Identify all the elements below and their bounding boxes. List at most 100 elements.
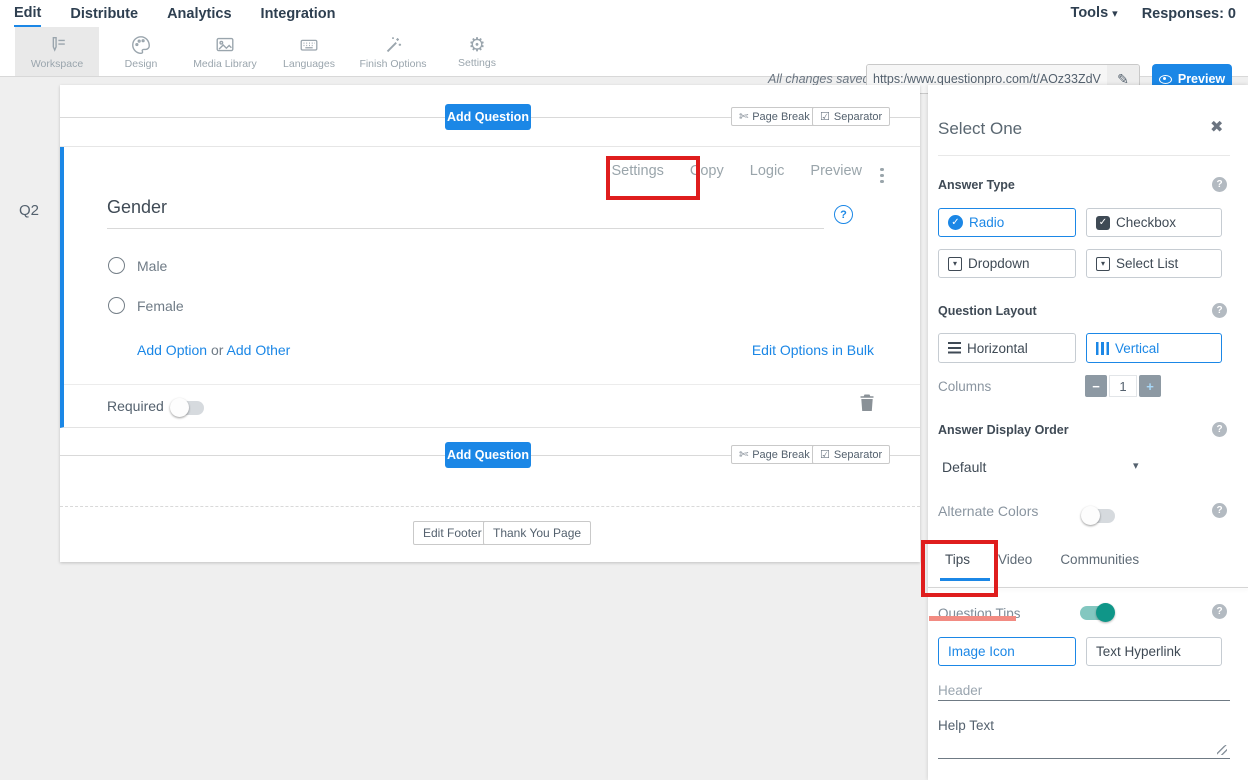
nav-integration[interactable]: Integration (261, 2, 336, 26)
answer-type-checkbox-button[interactable]: ✓ Checkbox (1086, 208, 1222, 237)
toolbar-tab-finish-options[interactable]: Finish Options (351, 27, 435, 76)
layout-vertical-button[interactable]: Vertical (1086, 333, 1222, 363)
required-label: Required (107, 398, 164, 414)
answer-type-dropdown-button[interactable]: ▾ Dropdown (938, 249, 1076, 278)
tools-menu[interactable]: Tools ▾ (1071, 1, 1118, 26)
tab-tips[interactable]: Tips (945, 552, 970, 567)
separator-button-bottom[interactable]: ☑ Separator (812, 445, 890, 464)
caret-down-icon: ▾ (1112, 8, 1118, 20)
answer-display-order-help-icon[interactable]: ? (1212, 422, 1227, 437)
question-tips-toggle[interactable] (1080, 606, 1112, 620)
add-question-button-top[interactable]: Add Question (445, 104, 531, 130)
edit-options-in-bulk-link[interactable]: Edit Options in Bulk (752, 342, 874, 358)
close-icon[interactable]: ✖ (1210, 117, 1223, 137)
page-break-button-bottom[interactable]: ✄ Page Break (731, 445, 818, 464)
required-toggle[interactable] (172, 401, 204, 415)
answer-type-radio-button[interactable]: ✓ Radio (938, 208, 1076, 237)
columns-decrement-button[interactable]: − (1085, 375, 1107, 397)
checkbox-icon: ☑ (820, 110, 830, 123)
option-label[interactable]: Male (137, 258, 167, 274)
nav-edit[interactable]: Edit (14, 1, 41, 27)
answer-type-select-list-button[interactable]: ▾ Select List (1086, 249, 1222, 278)
display-order-select[interactable]: Default (942, 459, 986, 475)
separator-button-top[interactable]: ☑ Separator (812, 107, 890, 126)
image-icon (214, 34, 236, 56)
survey-canvas: Add Question ✄ Page Break ☑ Separator Se… (60, 85, 920, 562)
toolbar-tab-design[interactable]: Design (99, 27, 183, 76)
toolbar-tab-media-library[interactable]: Media Library (183, 27, 267, 76)
columns-increment-button[interactable]: + (1139, 375, 1161, 397)
resize-handle[interactable] (1217, 745, 1227, 755)
responses-count[interactable]: Responses: 0 (1142, 2, 1236, 26)
tab-communities[interactable]: Communities (1060, 552, 1139, 567)
columns-label: Columns (938, 379, 991, 394)
edit-footer-button[interactable]: Edit Footer (413, 521, 492, 545)
caret-down-icon[interactable]: ▾ (1133, 459, 1139, 472)
question-title-underline (107, 228, 824, 229)
add-question-button-bottom[interactable]: Add Question (445, 442, 531, 468)
add-other-link[interactable]: Add Other (227, 342, 291, 358)
question-title[interactable]: Gender (107, 197, 167, 218)
nav-analytics[interactable]: Analytics (167, 2, 231, 26)
columns-stepper: − + (1085, 375, 1161, 397)
help-text-textarea[interactable] (938, 758, 1230, 759)
panel-tabs: Tips Video Communities (945, 552, 1139, 567)
page-break-button-top[interactable]: ✄ Page Break (731, 107, 818, 126)
toolbar-tab-label: Finish Options (359, 58, 426, 70)
top-nav: Edit Distribute Analytics Integration To… (0, 0, 1248, 27)
question-settings-panel: Select One ✖ Answer Type ? ✓ Radio ✓ Che… (928, 85, 1248, 780)
answer-type-help-icon[interactable]: ? (1212, 177, 1227, 192)
layout-horizontal-button[interactable]: Horizontal (938, 333, 1076, 363)
dropdown-box-icon: ▾ (1096, 257, 1110, 271)
question-tips-help-icon[interactable]: ? (1212, 604, 1227, 619)
question-layout-help-icon[interactable]: ? (1212, 303, 1227, 318)
alternate-colors-help-icon[interactable]: ? (1212, 503, 1227, 518)
option-label[interactable]: Female (137, 298, 184, 314)
checkbox-icon: ☑ (820, 448, 830, 461)
question-settings-action[interactable]: Settings (611, 163, 663, 179)
add-option-link[interactable]: Add Option (137, 342, 207, 358)
question-number: Q2 (19, 202, 39, 219)
toolbar-tab-label: Design (125, 58, 158, 70)
question-tips-label: Question Tips (938, 606, 1021, 621)
question-actions: Settings Copy Logic Preview (611, 163, 862, 179)
answer-type-label: Answer Type (938, 178, 1015, 192)
thank-you-page-button[interactable]: Thank You Page (483, 521, 591, 545)
add-option-row: Add Option or Add Other (137, 342, 290, 358)
help-text-label: Help Text (938, 718, 994, 733)
header-input[interactable] (938, 700, 1230, 701)
radio-option-male[interactable] (108, 257, 125, 274)
question-preview-action[interactable]: Preview (810, 163, 862, 179)
wand-icon (382, 34, 404, 56)
nav-distribute[interactable]: Distribute (70, 2, 138, 26)
divider (64, 384, 920, 385)
radio-option-female[interactable] (108, 297, 125, 314)
keyboard-icon (298, 34, 320, 56)
horizontal-bars-icon (948, 342, 961, 354)
toolbar-tab-settings[interactable]: ⚙ Settings (435, 27, 519, 76)
tab-video[interactable]: Video (998, 552, 1032, 567)
workspace-icon (46, 34, 68, 56)
save-status: All changes saved (768, 72, 869, 86)
toolbar: Workspace Design Media Library Languages… (0, 27, 1248, 77)
toolbar-tab-languages[interactable]: Languages (267, 27, 351, 76)
scissors-icon: ✄ (739, 110, 748, 123)
eye-icon (1159, 75, 1172, 84)
question-help-icon[interactable]: ? (834, 205, 853, 224)
toolbar-tab-label: Media Library (193, 58, 257, 70)
palette-icon (130, 34, 152, 56)
answer-display-order-label: Answer Display Order (938, 423, 1069, 437)
more-options-icon[interactable] (880, 165, 884, 186)
toolbar-tab-workspace[interactable]: Workspace (15, 27, 99, 76)
toolbar-tab-label: Languages (283, 58, 335, 70)
question-logic-action[interactable]: Logic (750, 163, 785, 179)
text-hyperlink-button[interactable]: Text Hyperlink (1086, 637, 1222, 666)
header-input-placeholder: Header (938, 683, 982, 698)
footer-dashed-divider (60, 506, 920, 507)
image-icon-button[interactable]: Image Icon (938, 637, 1076, 666)
alternate-colors-label: Alternate Colors (938, 503, 1038, 519)
question-copy-action[interactable]: Copy (690, 163, 724, 179)
columns-value-input[interactable] (1109, 375, 1137, 397)
trash-icon[interactable] (860, 394, 874, 416)
alternate-colors-toggle[interactable] (1083, 509, 1115, 523)
